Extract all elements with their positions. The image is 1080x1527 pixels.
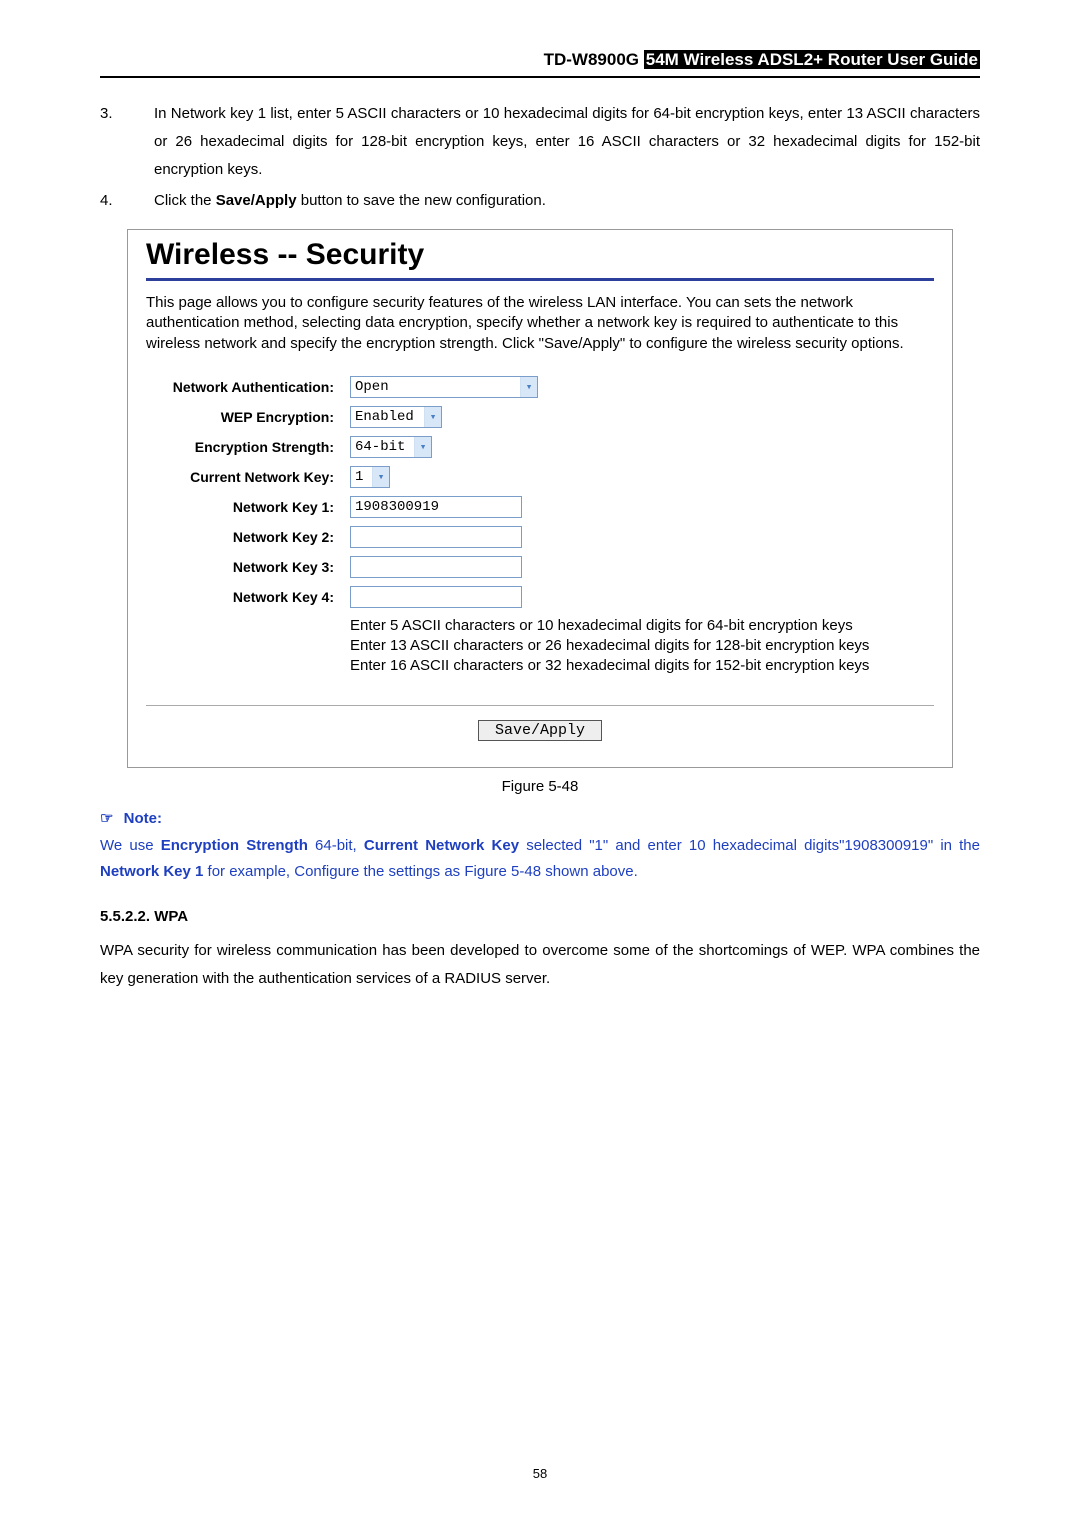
label-strength: Encryption Strength: bbox=[146, 439, 350, 455]
list-text: In Network key 1 list, enter 5 ASCII cha… bbox=[154, 100, 980, 183]
input-k4[interactable] bbox=[350, 586, 522, 608]
form-row-strength: Encryption Strength: 64-bit ▾ bbox=[146, 436, 934, 458]
input-k2[interactable] bbox=[350, 526, 522, 548]
section-divider bbox=[146, 278, 934, 281]
guide-title: 54M Wireless ADSL2+ Router User Guide bbox=[644, 50, 980, 69]
list-number: 3. bbox=[100, 100, 154, 183]
figure-caption: Figure 5-48 bbox=[100, 778, 980, 795]
label-k4: Network Key 4: bbox=[146, 589, 350, 605]
label-wep: WEP Encryption: bbox=[146, 409, 350, 425]
bottom-divider bbox=[146, 705, 934, 706]
key-hint: Enter 5 ASCII characters or 10 hexadecim… bbox=[350, 616, 934, 677]
label-k2: Network Key 2: bbox=[146, 529, 350, 545]
save-apply-button[interactable]: Save/Apply bbox=[478, 720, 602, 741]
section-title: Wireless -- Security bbox=[146, 234, 934, 278]
form-row-k3: Network Key 3: bbox=[146, 556, 934, 578]
chevron-down-icon: ▾ bbox=[414, 437, 431, 457]
router-screenshot: Wireless -- Security This page allows yo… bbox=[127, 229, 953, 768]
page: TD-W8900G 54M Wireless ADSL2+ Router Use… bbox=[0, 0, 1080, 1527]
chevron-down-icon: ▾ bbox=[520, 377, 537, 397]
form-row-wep: WEP Encryption: Enabled ▾ bbox=[146, 406, 934, 428]
note-label: Note: bbox=[124, 810, 162, 827]
save-apply-bold: Save/Apply bbox=[216, 192, 297, 209]
note-body: We use Encryption Strength 64-bit, Curre… bbox=[100, 833, 980, 886]
label-current: Current Network Key: bbox=[146, 469, 350, 485]
list-item: 4. Click the Save/Apply button to save t… bbox=[100, 187, 980, 215]
list-text: Click the Save/Apply button to save the … bbox=[154, 187, 980, 215]
form-row-auth: Network Authentication: Open ▾ bbox=[146, 376, 934, 398]
note-header: ☞ Note: bbox=[100, 809, 980, 827]
model-text: TD-W8900G bbox=[544, 50, 639, 69]
page-header: TD-W8900G 54M Wireless ADSL2+ Router Use… bbox=[100, 50, 980, 78]
label-auth: Network Authentication: bbox=[146, 379, 350, 395]
subsection-heading: 5.5.2.2. WPA bbox=[100, 908, 980, 925]
instruction-list: 3. In Network key 1 list, enter 5 ASCII … bbox=[100, 100, 980, 215]
label-k3: Network Key 3: bbox=[146, 559, 350, 575]
input-k1[interactable] bbox=[350, 496, 522, 518]
pointing-hand-icon: ☞ bbox=[100, 810, 113, 827]
form-row-k2: Network Key 2: bbox=[146, 526, 934, 548]
paragraph: WPA security for wireless communication … bbox=[100, 937, 980, 993]
select-auth[interactable]: Open ▾ bbox=[350, 376, 538, 398]
list-number: 4. bbox=[100, 187, 154, 215]
chevron-down-icon: ▾ bbox=[372, 467, 389, 487]
select-current[interactable]: 1 ▾ bbox=[350, 466, 390, 488]
save-row: Save/Apply bbox=[146, 720, 934, 753]
select-strength[interactable]: 64-bit ▾ bbox=[350, 436, 432, 458]
list-item: 3. In Network key 1 list, enter 5 ASCII … bbox=[100, 100, 980, 183]
form-row-current: Current Network Key: 1 ▾ bbox=[146, 466, 934, 488]
input-k3[interactable] bbox=[350, 556, 522, 578]
chevron-down-icon: ▾ bbox=[424, 407, 441, 427]
label-k1: Network Key 1: bbox=[146, 499, 350, 515]
page-number: 58 bbox=[100, 1466, 980, 1481]
form-row-k4: Network Key 4: bbox=[146, 586, 934, 608]
section-description: This page allows you to configure securi… bbox=[146, 293, 934, 354]
form-row-k1: Network Key 1: bbox=[146, 496, 934, 518]
select-wep[interactable]: Enabled ▾ bbox=[350, 406, 442, 428]
